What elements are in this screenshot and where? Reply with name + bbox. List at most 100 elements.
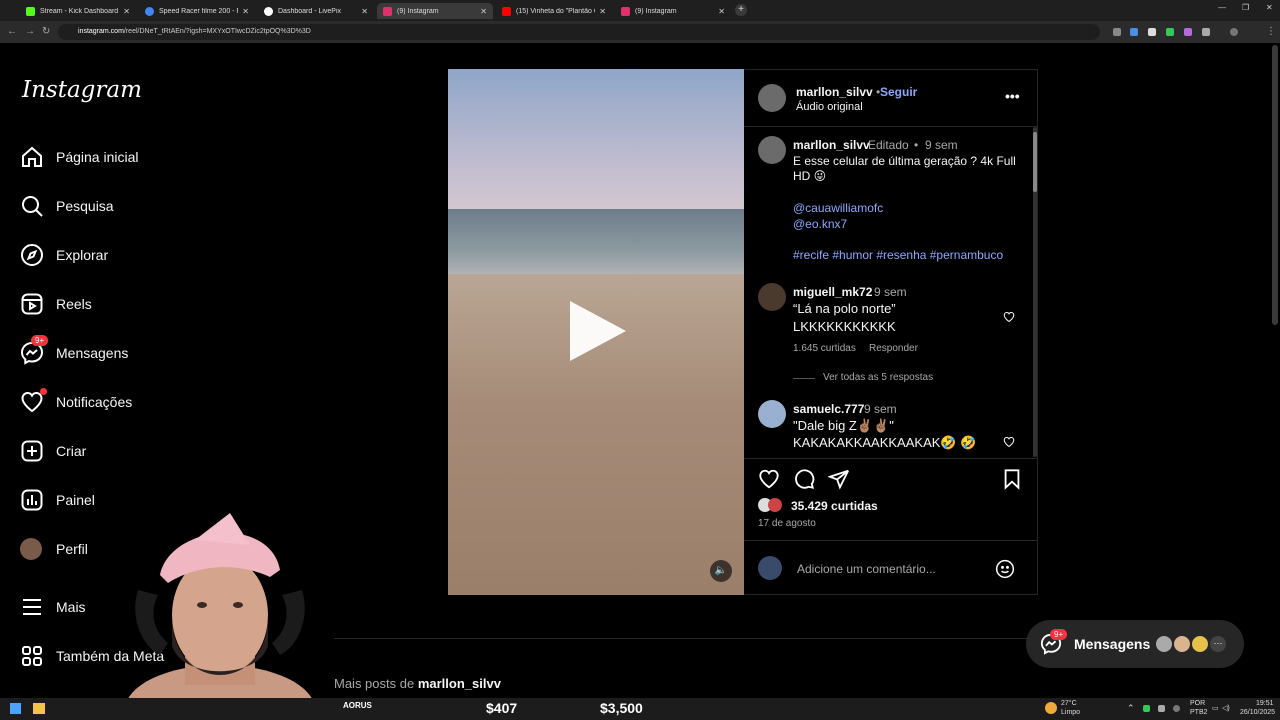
hashtags[interactable]: #recife #humor #resenha #pernambuco [793,248,1003,262]
reels-icon [21,293,43,315]
extension-icon[interactable] [1148,28,1156,36]
more-options-icon[interactable]: ••• [1005,88,1020,104]
caption-avatar[interactable] [758,136,786,164]
volume-icon[interactable]: 🔈 [710,560,732,582]
close-window-icon[interactable]: ✕ [1266,3,1273,12]
comment-username[interactable]: samuelc.777 [793,402,864,416]
play-icon[interactable] [570,301,626,361]
mention-link[interactable]: @eo.knx7 [793,217,847,231]
more-posts-username[interactable]: marllon_silvv [418,676,501,691]
messages-floating-button[interactable]: 9+ Mensagens ··· [1026,620,1244,668]
like-icon[interactable] [758,468,780,490]
network-icon[interactable]: ▭ [1212,704,1219,712]
comment-avatar[interactable] [758,400,786,428]
audio-link[interactable]: Áudio original [796,101,863,113]
nav-home[interactable]: Página inicial [20,143,139,171]
weather-icon[interactable] [1045,702,1057,714]
reel-video[interactable]: 🔈 [448,69,744,595]
browser-tab[interactable]: Speed Racer filme 200 - Pesqui ✕ [139,3,255,19]
share-icon[interactable] [828,468,850,490]
comment-likes[interactable]: 1.645 curtidas [793,343,856,354]
instagram-logo[interactable]: Instagram [22,77,142,103]
profile-icon[interactable] [1230,28,1238,36]
new-tab-button[interactable]: + [735,4,747,16]
nav-explore[interactable]: Explorar [20,241,108,269]
browser-tab[interactable]: Dashboard - LivePix ✕ [258,3,374,19]
liker-avatar [768,498,782,512]
comment-icon[interactable] [793,468,815,490]
back-icon[interactable]: ← [7,26,17,37]
comments-scrollbar-thumb[interactable] [1033,132,1037,192]
caption-time[interactable]: 9 sem [925,138,958,152]
file-explorer-icon[interactable] [33,703,45,714]
extensions-puzzle-icon[interactable] [1202,28,1210,36]
page-scrollbar[interactable] [1272,45,1278,325]
comment-avatar[interactable] [758,283,786,311]
emoji-icon[interactable] [995,559,1015,579]
close-icon[interactable]: ✕ [599,7,606,16]
weather-temp[interactable]: 27°C [1061,700,1077,707]
nav-more[interactable]: Mais [20,593,86,621]
close-icon[interactable]: ✕ [361,7,368,16]
home-icon [22,146,42,167]
extension-icon[interactable] [1184,28,1192,36]
weather-desc[interactable]: Limpo [1061,709,1080,716]
windows-start-icon[interactable] [10,703,21,714]
comment-input[interactable]: Adicione um comentário... [797,562,936,576]
mention-link[interactable]: @cauawilliamofc [793,201,883,215]
minimize-icon[interactable]: — [1218,3,1226,12]
volume-icon[interactable]: ◁) [1222,704,1230,712]
reply-button[interactable]: Responder [869,343,918,354]
extension-icon[interactable] [1113,28,1121,36]
save-icon[interactable] [1001,468,1023,490]
like-comment-icon[interactable] [1003,436,1015,448]
browser-tab[interactable]: Stream - Kick Dashboard ✕ [20,3,136,19]
follow-button[interactable]: Seguir [880,85,917,99]
tray-chevron-icon[interactable]: ⌃ [1127,703,1135,714]
close-icon[interactable]: ✕ [480,7,487,16]
comment-username[interactable]: miguell_mk72 [793,285,872,299]
keyboard-layout[interactable]: PTB2 [1190,709,1208,716]
extension-icon[interactable] [1166,28,1174,36]
search-icon [22,196,43,217]
browser-tab-active[interactable]: (9) Instagram ✕ [377,3,493,19]
tray-app-icon[interactable] [1158,705,1165,712]
kebab-menu-icon[interactable]: ⋮ [1266,26,1276,37]
language-indicator[interactable]: POR [1190,700,1205,707]
caption-username[interactable]: marllon_silvv [793,138,870,152]
browser-tab[interactable]: (9) Instagram ✕ [615,3,731,19]
comment-text: “Lá na polo norte” [793,301,896,316]
post-date[interactable]: 17 de agosto [758,518,816,529]
likes-count[interactable]: 35.429 curtidas [791,499,878,513]
comment-time[interactable]: 9 sem [874,285,907,299]
forward-icon[interactable]: → [25,26,35,37]
microphone-icon[interactable] [1173,705,1180,712]
nav-notifications[interactable]: Notificações [20,388,132,416]
nav-also-from-meta[interactable]: Também da Meta [20,642,164,670]
maximize-icon[interactable]: ❐ [1242,3,1249,12]
close-icon[interactable]: ✕ [242,7,249,16]
nav-create[interactable]: Criar [20,437,86,465]
reload-icon[interactable]: ↻ [42,26,50,37]
close-icon[interactable]: ✕ [718,7,725,16]
kick-icon [26,6,35,16]
comment-time[interactable]: 9 sem [864,402,897,416]
youtube-icon [502,6,511,16]
tray-app-icon[interactable] [1143,705,1150,712]
nav-dashboard[interactable]: Painel [20,486,95,514]
extension-icon[interactable] [1130,28,1138,36]
clock-date[interactable]: 26/10/2025 [1240,709,1275,716]
author-username[interactable]: marllon_silvv [796,85,873,99]
view-replies-button[interactable]: Ver todas as 5 respostas [823,372,933,383]
url-input[interactable]: instagram.com/reel/DNeT_tRtAEn/?igsh=MXY… [58,24,1100,40]
nav-profile[interactable]: Perfil [20,535,88,563]
close-icon[interactable]: ✕ [123,7,130,16]
nav-messages[interactable]: 9+ Mensagens [20,335,128,367]
nav-reels[interactable]: Reels [20,290,92,318]
browser-tab[interactable]: (15) Vinheta do "Plantão Globo" ✕ [496,3,612,19]
contact-avatar [1190,634,1210,654]
author-avatar[interactable] [758,84,786,112]
nav-search[interactable]: Pesquisa [20,192,114,220]
clock-time[interactable]: 19:51 [1256,700,1274,707]
like-comment-icon[interactable] [1003,311,1015,323]
